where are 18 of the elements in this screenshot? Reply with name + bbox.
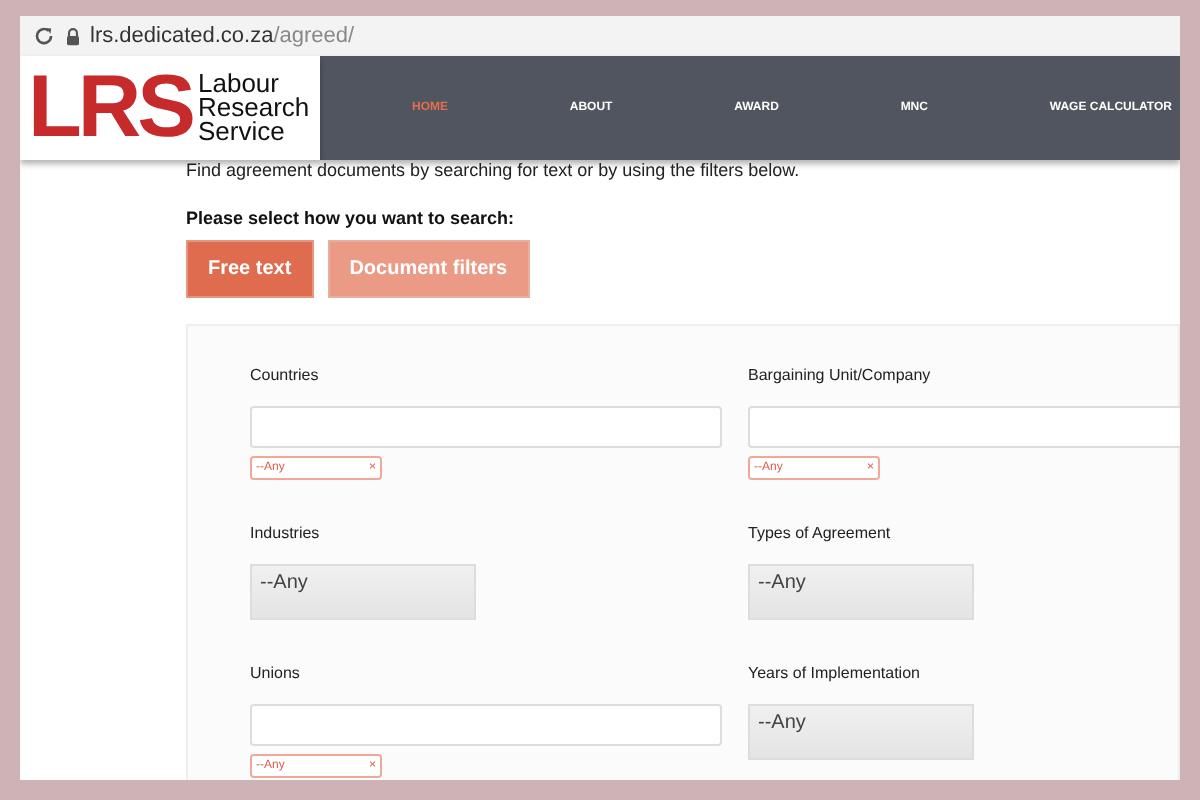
- lock-icon: [66, 27, 80, 45]
- select-field[interactable]: --Any: [748, 704, 974, 760]
- filter-label: Bargaining Unit/Company: [748, 366, 933, 388]
- multi-select-field[interactable]: [250, 704, 722, 746]
- filter-label: Years of Implementation: [748, 664, 922, 686]
- reload-icon[interactable]: [34, 26, 54, 46]
- filter-label: Countries: [250, 366, 321, 388]
- url-text[interactable]: lrs.dedicated.co.za/agreed/: [90, 24, 355, 48]
- multi-select-field[interactable]: [748, 406, 1180, 448]
- filter-label: Industries: [250, 524, 322, 546]
- multi-select-field[interactable]: [250, 406, 722, 448]
- filter-label: Unions: [250, 664, 302, 686]
- search-prompt: Please select how you want to search:: [186, 208, 517, 228]
- select-field[interactable]: --Any: [250, 564, 476, 620]
- intro-text: Find agreement documents by searching for text or by using the filters below.: [186, 160, 802, 182]
- select-field[interactable]: --Any: [748, 564, 974, 620]
- filter-label: Types of Agreement: [748, 524, 893, 546]
- address-bar[interactable]: lrs.dedicated.co.za/agreed/: [20, 16, 1180, 56]
